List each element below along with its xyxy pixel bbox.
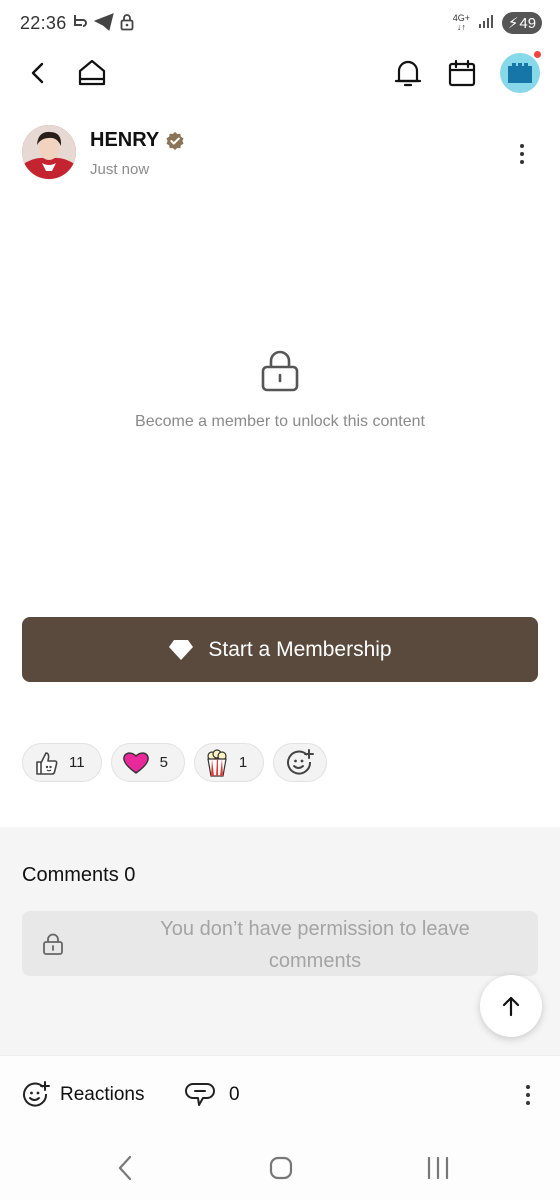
comment-input-locked: You don’t have permission to leave comme… bbox=[22, 911, 538, 976]
reactions-button[interactable]: Reactions bbox=[22, 1081, 145, 1109]
author-name-text: HENRY bbox=[90, 129, 160, 151]
popcorn-icon bbox=[207, 748, 227, 777]
comments-button[interactable]: 0 bbox=[185, 1081, 240, 1109]
battery-icon: ⚡ 49 bbox=[502, 12, 542, 34]
status-bar: 22:36 4G+ ↓↑ ⚡ 49 bbox=[0, 0, 560, 48]
back-button[interactable] bbox=[20, 55, 56, 91]
status-time: 22:36 bbox=[20, 13, 67, 33]
reaction-count: 11 bbox=[69, 754, 85, 771]
profile-avatar-graphic bbox=[508, 63, 532, 83]
reaction-thumbs-up[interactable]: 11 bbox=[22, 743, 102, 782]
home-icon bbox=[78, 59, 106, 86]
telegram-icon bbox=[93, 13, 114, 36]
calendar-icon bbox=[448, 59, 476, 87]
system-home-button[interactable] bbox=[266, 1153, 296, 1183]
reaction-heart[interactable]: 5 bbox=[110, 743, 185, 782]
system-back-icon bbox=[118, 1155, 132, 1181]
author-name[interactable]: HENRY bbox=[90, 129, 185, 152]
thumbs-up-icon bbox=[36, 751, 58, 775]
more-dot bbox=[520, 152, 524, 156]
heart-icon bbox=[122, 751, 149, 774]
network-label: 4G+ ↓↑ bbox=[452, 13, 470, 32]
post-author: HENRY Just now bbox=[22, 125, 542, 185]
top-nav bbox=[0, 48, 560, 98]
lock-icon bbox=[261, 350, 299, 397]
comment-permission-message: You don’t have permission to leave comme… bbox=[160, 918, 470, 972]
more-dot bbox=[526, 1101, 530, 1105]
more-dot bbox=[520, 144, 524, 148]
reactions-label: Reactions bbox=[60, 1084, 145, 1105]
system-nav-bar bbox=[0, 1133, 560, 1200]
comment-icon bbox=[185, 1083, 215, 1106]
add-reaction-icon bbox=[287, 748, 315, 775]
reaction-popcorn[interactable]: 1 bbox=[193, 743, 265, 782]
locked-content: Become a member to unlock this content bbox=[0, 350, 560, 431]
calendar-button[interactable] bbox=[444, 55, 480, 91]
start-membership-label: Start a Membership bbox=[208, 637, 392, 661]
author-photo bbox=[22, 125, 76, 179]
system-recents-icon bbox=[427, 1156, 449, 1180]
notifications-button[interactable] bbox=[390, 55, 426, 91]
comments-section: Comments 0 You don’t have permission to … bbox=[0, 827, 560, 1055]
more-dot bbox=[520, 160, 524, 164]
arrow-up-icon bbox=[502, 996, 520, 1017]
bell-icon bbox=[394, 60, 422, 87]
system-back-button[interactable] bbox=[110, 1153, 140, 1183]
system-recents-button[interactable] bbox=[423, 1153, 453, 1183]
diamond-icon bbox=[169, 639, 194, 660]
locked-message: Become a member to unlock this content bbox=[135, 413, 425, 430]
home-button[interactable] bbox=[74, 55, 110, 91]
post-more-button[interactable] bbox=[512, 139, 532, 169]
status-left-icons bbox=[72, 13, 134, 36]
scroll-to-top-button[interactable] bbox=[480, 975, 542, 1037]
back-icon bbox=[31, 62, 44, 84]
add-reaction-button[interactable] bbox=[273, 743, 328, 782]
system-home-icon bbox=[269, 1156, 293, 1180]
comments-title: Comments 0 bbox=[22, 864, 136, 886]
bottom-action-bar: Reactions 0 bbox=[0, 1055, 560, 1133]
lock-icon bbox=[120, 13, 134, 36]
more-dot bbox=[526, 1085, 530, 1089]
more-dot bbox=[526, 1093, 530, 1097]
status-right-icons: 4G+ ↓↑ ⚡ 49 bbox=[453, 12, 542, 34]
author-avatar[interactable] bbox=[22, 125, 76, 179]
signal-icon bbox=[478, 13, 494, 34]
reaction-count: 1 bbox=[238, 754, 248, 771]
add-reaction-icon bbox=[23, 1081, 50, 1107]
profile-avatar[interactable] bbox=[500, 51, 541, 93]
reaction-count: 5 bbox=[159, 754, 168, 771]
reactions-row: 11 5 1 bbox=[22, 743, 328, 782]
sync-icon bbox=[72, 13, 88, 36]
notification-dot bbox=[534, 51, 541, 58]
verified-badge-icon bbox=[166, 131, 184, 150]
comment-count: 0 bbox=[229, 1084, 240, 1105]
comment-lock-icon bbox=[42, 933, 64, 960]
start-membership-button[interactable]: Start a Membership bbox=[22, 617, 538, 682]
post-timestamp: Just now bbox=[90, 161, 150, 178]
bottom-more-button[interactable] bbox=[518, 1082, 538, 1108]
